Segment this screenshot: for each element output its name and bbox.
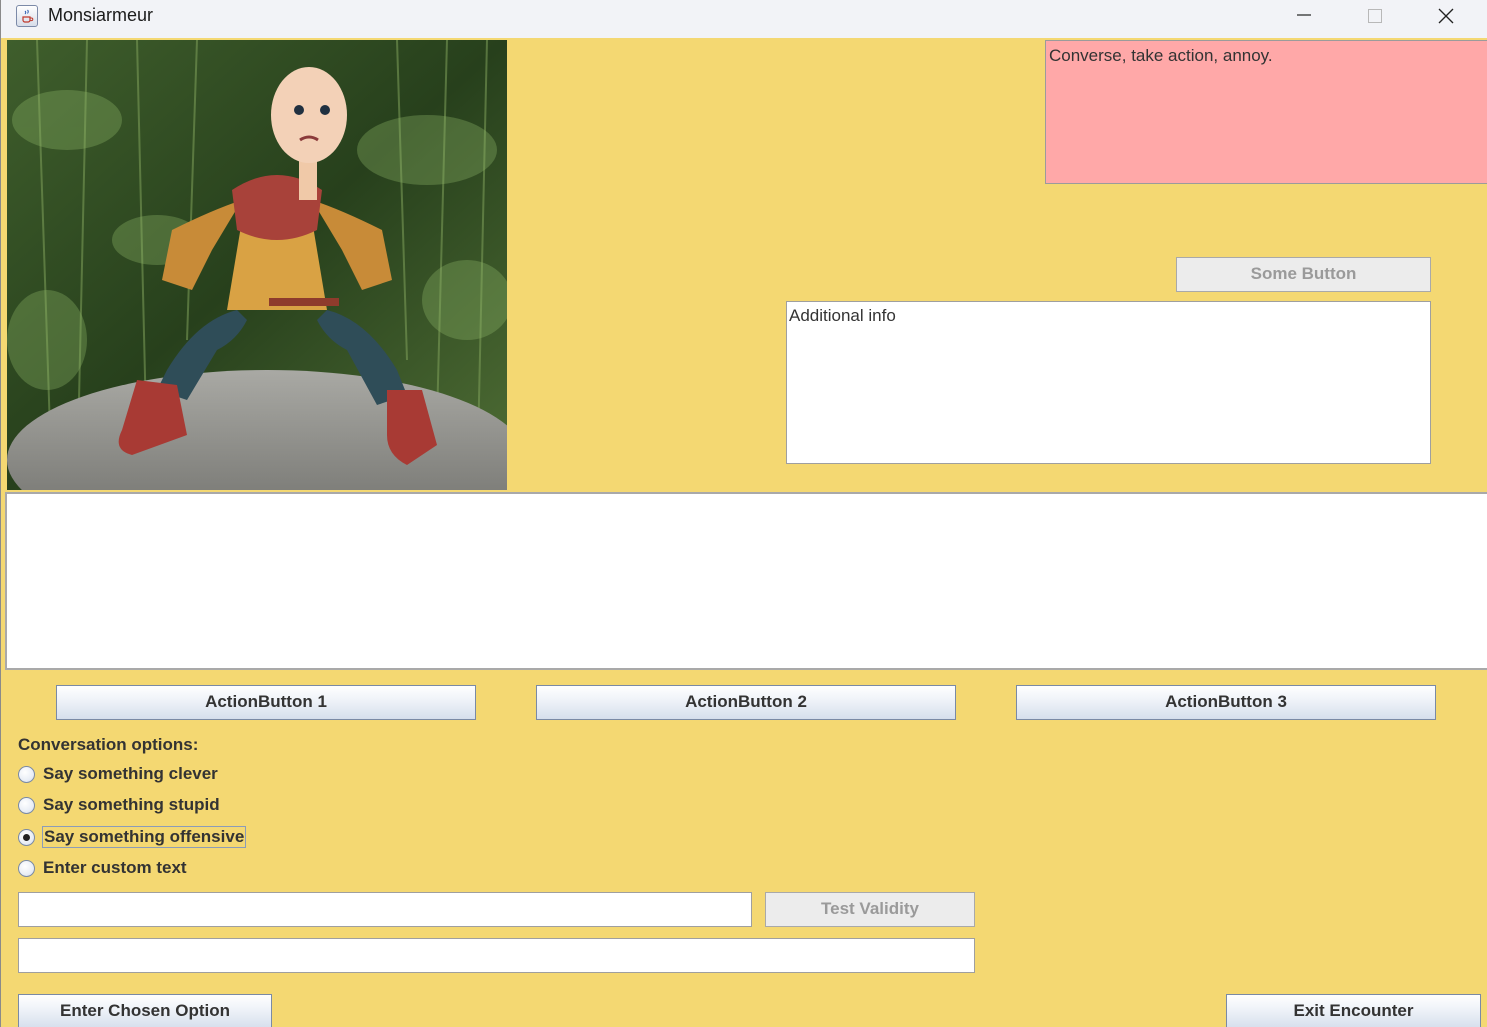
some-button[interactable]: Some Button (1176, 257, 1431, 292)
radio-button[interactable] (18, 797, 35, 814)
minimize-icon (1297, 14, 1311, 16)
close-button[interactable] (1412, 0, 1480, 32)
character-image (7, 40, 507, 490)
action-button-2[interactable]: ActionButton 2 (536, 685, 956, 720)
status-message: Converse, take action, annoy. (1045, 40, 1487, 184)
radio-selected-dot (23, 834, 30, 841)
radio-button-selected[interactable] (18, 829, 35, 846)
radio-option-label[interactable]: Say something stupid (42, 795, 221, 815)
radio-button[interactable] (18, 766, 35, 783)
test-validity-button[interactable]: Test Validity (765, 892, 975, 927)
main-panel: Converse, take action, annoy. Some Butto… (5, 38, 1487, 1027)
radio-option-label[interactable]: Enter custom text (42, 858, 188, 878)
window-title: Monsiarmeur (48, 5, 154, 25)
enter-chosen-option-button[interactable]: Enter Chosen Option (18, 994, 272, 1027)
action-button-1[interactable]: ActionButton 1 (56, 685, 476, 720)
status-text: Converse, take action, annoy. (1049, 46, 1273, 65)
result-text-field[interactable] (18, 938, 975, 973)
maximize-icon (1368, 9, 1382, 23)
minimize-button[interactable] (1270, 0, 1338, 32)
radio-option-label[interactable]: Say something offensive (42, 826, 247, 848)
maximize-button[interactable] (1341, 0, 1409, 32)
conversation-options-label: Conversation options: (18, 735, 199, 754)
encounter-log-area[interactable] (5, 492, 1487, 670)
additional-info-text: Additional info (789, 306, 896, 325)
app-window: Monsiarmeur Converse, take action, annoy… (0, 0, 1487, 1027)
additional-info-area[interactable]: Additional info (786, 301, 1431, 464)
close-icon (1438, 8, 1454, 24)
action-button-3[interactable]: ActionButton 3 (1016, 685, 1436, 720)
custom-text-input[interactable] (18, 892, 752, 927)
java-coffee-icon[interactable] (16, 5, 38, 27)
exit-encounter-button[interactable]: Exit Encounter (1226, 994, 1481, 1027)
radio-option-label[interactable]: Say something clever (42, 764, 219, 784)
radio-button[interactable] (18, 860, 35, 877)
title-bar[interactable]: Monsiarmeur (1, 0, 1487, 38)
